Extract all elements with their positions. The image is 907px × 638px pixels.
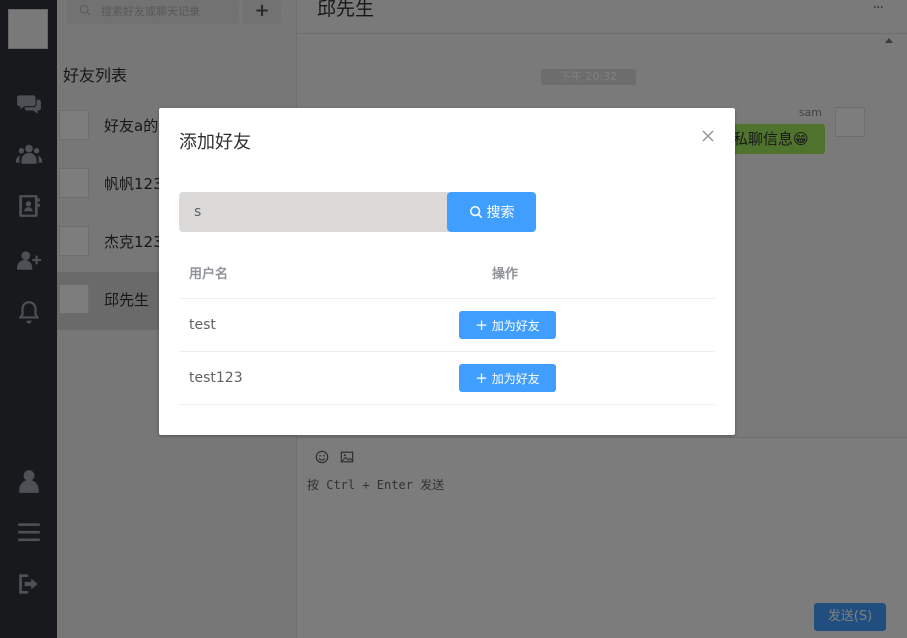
username-cell: test [189, 317, 216, 333]
search-button[interactable]: 搜索 [447, 192, 536, 232]
add-friend-button[interactable]: + 加为好友 [459, 364, 556, 392]
search-icon [469, 205, 482, 219]
column-header-username: 用户名 [189, 267, 229, 282]
table-row: test + 加为好友 [179, 298, 715, 351]
table-row: test123 + 加为好友 [179, 351, 715, 404]
dialog-title: 添加好友 [179, 132, 251, 153]
add-friend-label: 加为好友 [491, 371, 540, 386]
plus-icon: + [475, 368, 488, 387]
user-search-input[interactable]: s [179, 192, 449, 232]
add-friend-button[interactable]: + 加为好友 [459, 311, 556, 339]
table-divider [179, 404, 715, 405]
search-button-label: 搜索 [486, 205, 515, 221]
add-friend-label: 加为好友 [491, 318, 540, 333]
close-icon[interactable] [701, 128, 715, 142]
username-cell: test123 [189, 370, 243, 386]
add-friend-dialog: 添加好友 s 搜索 用户名 操作 test + 加为好友 test123 + 加… [159, 108, 735, 435]
plus-icon: + [475, 315, 488, 334]
column-header-action: 操作 [492, 267, 519, 282]
